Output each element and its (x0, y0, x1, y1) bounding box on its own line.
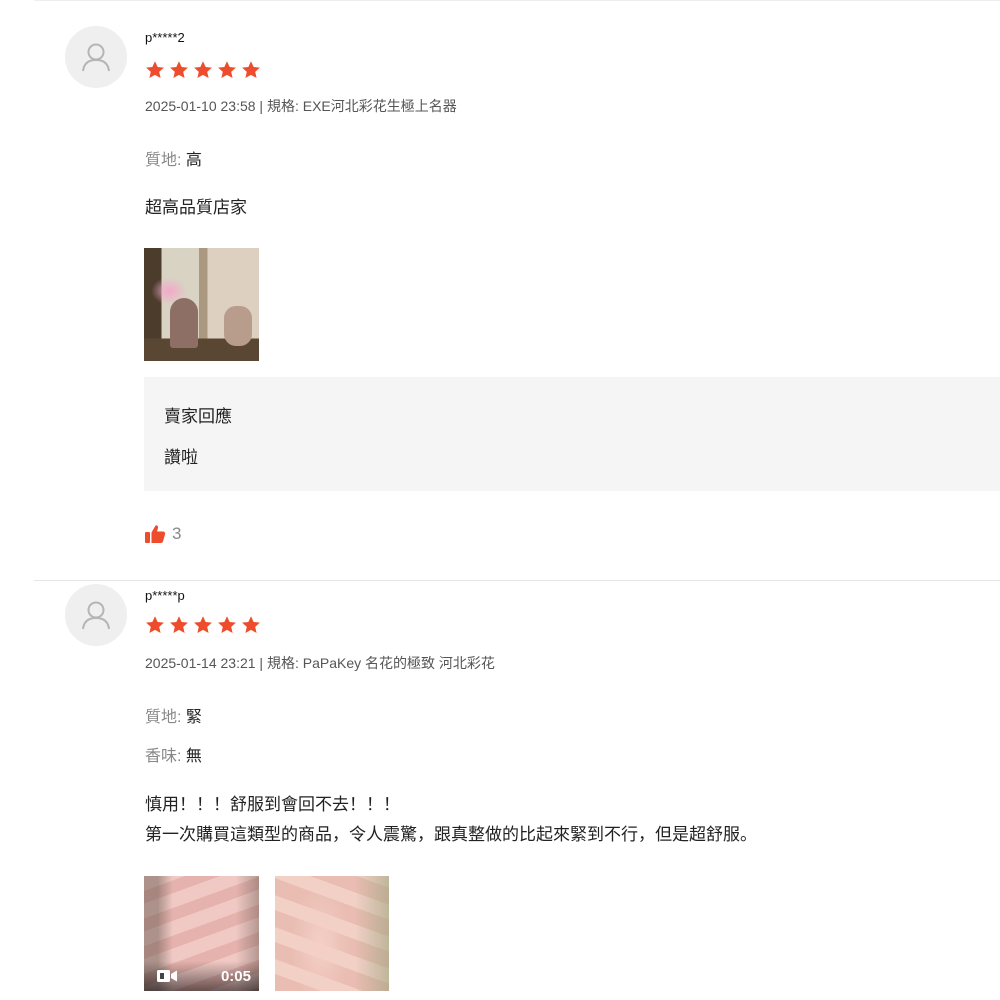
reviewer-name[interactable]: p*****2 (145, 30, 185, 45)
avatar[interactable] (65, 26, 127, 88)
star-icon (194, 616, 212, 633)
review-photo[interactable] (144, 248, 259, 361)
reviewer-name[interactable]: p*****p (145, 588, 185, 603)
star-icon (170, 61, 188, 78)
review-comment: 慎用！！！舒服到會回不去！！！ 第一次購買這類型的商品，令人震驚，跟真整做的比起… (145, 790, 757, 850)
review-attribute: 香味: 無 (145, 742, 202, 766)
video-camera-icon (157, 970, 177, 982)
user-icon (82, 43, 110, 72)
review-video[interactable]: 0:05 (144, 876, 259, 991)
review-comment-line: 第一次購買這類型的商品，令人震驚，跟真整做的比起來緊到不行，但是超舒服。 (145, 825, 757, 844)
review-attribute: 質地: 高 (145, 146, 202, 170)
review-meta: 2025-01-14 23:21 | 規格: PaPaKey 名花的極致 河北彩… (145, 655, 495, 671)
review-meta: 2025-01-10 23:58 | 規格: EXE河北彩花生極上名器 (145, 98, 457, 114)
attribute-key: 質地: (145, 152, 186, 169)
star-icon (170, 616, 188, 633)
seller-reply: 賣家回應 讚啦 (144, 377, 1000, 491)
video-overlay: 0:05 (144, 961, 259, 991)
review-photo[interactable] (275, 876, 389, 991)
seller-reply-text: 讚啦 (164, 448, 198, 467)
review-comment: 超高品質店家 (145, 198, 247, 217)
attribute-value: 高 (185, 152, 202, 169)
video-duration: 0:05 (220, 967, 251, 985)
avatar[interactable] (65, 584, 127, 646)
star-icon (242, 616, 260, 633)
star-icon (218, 61, 236, 78)
review-comment-line: 慎用！！！舒服到會回不去！！！ (145, 795, 400, 814)
attribute-value: 無 (185, 748, 202, 765)
star-icon (146, 61, 164, 78)
star-rating (144, 614, 262, 636)
attribute-value: 緊 (185, 709, 202, 726)
thumbs-up-icon (145, 525, 166, 543)
seller-reply-title: 賣家回應 (164, 407, 232, 426)
star-rating (144, 59, 262, 81)
star-icon (194, 61, 212, 78)
attribute-key: 香味: (145, 748, 186, 765)
like-button[interactable]: 3 (144, 524, 181, 544)
star-icon (218, 616, 236, 633)
review-item: p*****2 2025-01-10 23:58 | 規格: EXE河北彩花生極… (0, 0, 1000, 581)
user-icon (82, 601, 110, 630)
review-attribute: 質地: 緊 (145, 703, 202, 727)
star-icon (146, 616, 164, 633)
like-count: 3 (172, 524, 182, 543)
star-icon (242, 61, 260, 78)
attribute-key: 質地: (145, 709, 186, 726)
